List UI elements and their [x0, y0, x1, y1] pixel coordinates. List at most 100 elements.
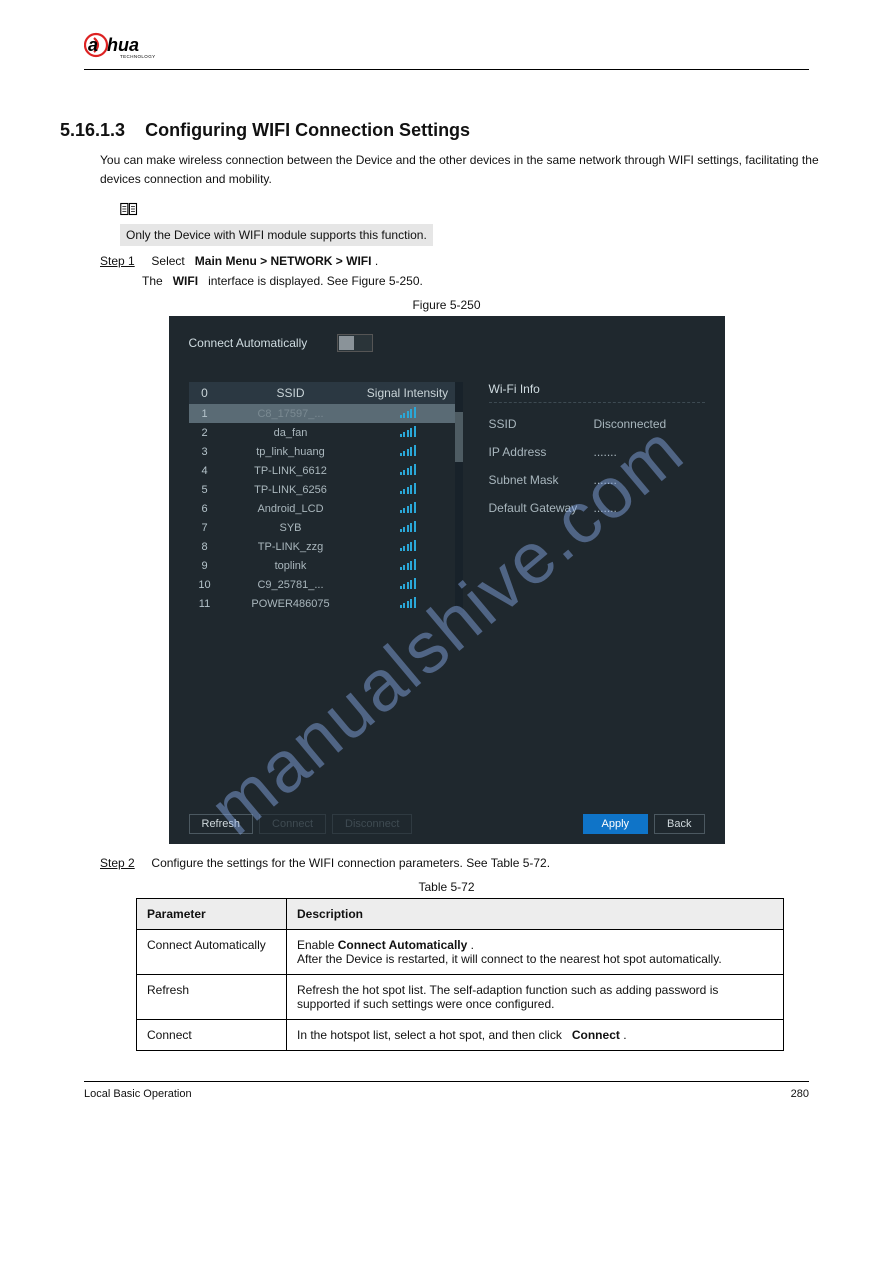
wifi-row[interactable]: 10C9_25781_...	[189, 575, 455, 594]
svg-text:a: a	[88, 35, 98, 55]
th-parameter: Parameter	[137, 899, 287, 930]
row-ssid: TP-LINK_6256	[221, 484, 361, 496]
signal-bars-icon	[400, 520, 416, 532]
row-idx: 8	[189, 541, 221, 553]
section-number: 5.16.1.3	[60, 120, 125, 140]
wifi-row[interactable]: 7SYB	[189, 518, 455, 537]
info-mask-label: Subnet Mask	[489, 473, 594, 487]
row-idx: 10	[189, 579, 221, 591]
back-button[interactable]: Back	[654, 814, 704, 834]
intro-text: You can make wireless connection between…	[100, 151, 833, 189]
disconnect-button[interactable]: Disconnect	[332, 814, 412, 834]
logo: a hua TECHNOLOGY	[84, 30, 184, 63]
row-ssid: TP-LINK_6612	[221, 465, 361, 477]
table-row: Connect In the hotspot list, select a ho…	[137, 1020, 784, 1051]
row-ssid: TP-LINK_zzg	[221, 541, 361, 553]
row-idx: 5	[189, 484, 221, 496]
row-idx: 2	[189, 427, 221, 439]
section-heading: 5.16.1.3 Configuring WIFI Connection Set…	[60, 120, 833, 141]
info-ip-label: IP Address	[489, 445, 594, 459]
step2-text: Configure the settings for the WIFI conn…	[151, 856, 550, 870]
row-ssid: C8_17597_...	[221, 408, 361, 420]
row-signal	[361, 482, 455, 497]
wifi-config-screenshot: Connect Automatically 0 SSID Signal Inte…	[169, 316, 725, 844]
cell-param: Connect	[137, 1020, 287, 1051]
step1-result-c: interface is displayed. See Figure 5-250…	[208, 274, 423, 288]
refresh-button[interactable]: Refresh	[189, 814, 254, 834]
wifi-row[interactable]: 9toplink	[189, 556, 455, 575]
footer-right: 280	[791, 1088, 809, 1100]
row-ssid: toplink	[221, 560, 361, 572]
row-idx: 4	[189, 465, 221, 477]
col-signal-head: Signal Intensity	[361, 386, 455, 400]
col-idx-head: 0	[189, 386, 221, 400]
wifi-row[interactable]: 2da_fan	[189, 423, 455, 442]
row-signal	[361, 539, 455, 554]
cell-desc: Enable Connect Automatically . After the…	[287, 930, 784, 975]
svg-text:hua: hua	[107, 35, 139, 55]
signal-bars-icon	[400, 482, 416, 494]
wifi-row[interactable]: 5TP-LINK_6256	[189, 480, 455, 499]
row-ssid: Android_LCD	[221, 503, 361, 515]
row-signal	[361, 406, 455, 421]
row-idx: 7	[189, 522, 221, 534]
row-idx: 11	[189, 598, 221, 610]
wifi-row[interactable]: 6Android_LCD	[189, 499, 455, 518]
table-row: Connect Automatically Enable Connect Aut…	[137, 930, 784, 975]
wifi-list-header: 0 SSID Signal Intensity	[189, 382, 455, 404]
step1-text-c: .	[375, 254, 378, 268]
row-signal	[361, 444, 455, 459]
signal-bars-icon	[400, 444, 416, 456]
signal-bars-icon	[400, 558, 416, 570]
row-signal	[361, 577, 455, 592]
info-gw-label: Default Gateway	[489, 501, 594, 515]
row-ssid: POWER486075	[221, 598, 361, 610]
signal-bars-icon	[400, 406, 416, 418]
signal-bars-icon	[400, 539, 416, 551]
signal-bars-icon	[400, 596, 416, 608]
wifi-scrollbar[interactable]	[455, 382, 463, 613]
row-signal	[361, 425, 455, 440]
wifi-info-panel: Wi-Fi Info SSID Disconnected IP Address …	[489, 382, 705, 613]
wifi-row[interactable]: 8TP-LINK_zzg	[189, 537, 455, 556]
cell-desc: Refresh the hot spot list. The self-adap…	[287, 975, 784, 1020]
col-ssid-head: SSID	[221, 386, 361, 400]
wifi-row[interactable]: 3tp_link_huang	[189, 442, 455, 461]
note-icon	[120, 201, 833, 220]
wifi-info-title: Wi-Fi Info	[489, 382, 705, 403]
connect-button[interactable]: Connect	[259, 814, 326, 834]
info-ip-value: .......	[594, 445, 617, 459]
info-ssid-label: SSID	[489, 417, 594, 431]
row-signal	[361, 463, 455, 478]
svg-text:TECHNOLOGY: TECHNOLOGY	[120, 54, 156, 59]
cell-param: Refresh	[137, 975, 287, 1020]
note-text: Only the Device with WIFI module support…	[120, 224, 433, 246]
step1-label: Step 1	[100, 254, 135, 268]
row-idx: 6	[189, 503, 221, 515]
footer-left: Local Basic Operation	[84, 1088, 192, 1100]
step1-result-b: WIFI	[173, 274, 198, 288]
row-signal	[361, 558, 455, 573]
th-description: Description	[287, 899, 784, 930]
row-ssid: C9_25781_...	[221, 579, 361, 591]
row-signal	[361, 520, 455, 535]
cell-desc: In the hotspot list, select a hot spot, …	[287, 1020, 784, 1051]
row-signal	[361, 596, 455, 611]
row-ssid: tp_link_huang	[221, 446, 361, 458]
apply-button[interactable]: Apply	[583, 814, 649, 834]
wifi-row[interactable]: 4TP-LINK_6612	[189, 461, 455, 480]
signal-bars-icon	[400, 501, 416, 513]
wifi-list: 0 SSID Signal Intensity 1C8_17597_...2da…	[189, 382, 455, 613]
row-signal	[361, 501, 455, 516]
table-caption: Table 5-72	[60, 880, 833, 894]
info-ssid-value: Disconnected	[594, 417, 667, 431]
wifi-row[interactable]: 1C8_17597_...	[189, 404, 455, 423]
connect-auto-toggle[interactable]	[337, 334, 373, 352]
parameter-table: Parameter Description Connect Automatica…	[136, 898, 784, 1051]
step1-menu-path: Main Menu > NETWORK > WIFI	[195, 254, 372, 268]
signal-bars-icon	[400, 577, 416, 589]
step1-text-a: Select	[151, 254, 184, 268]
row-idx: 1	[189, 408, 221, 420]
wifi-row[interactable]: 11POWER486075	[189, 594, 455, 613]
row-ssid: da_fan	[221, 427, 361, 439]
